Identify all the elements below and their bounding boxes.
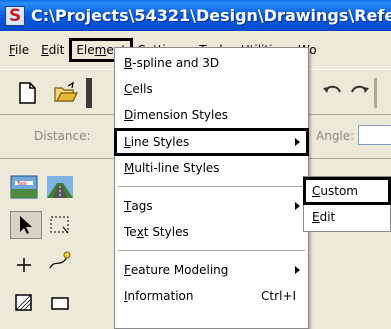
submenu-arrow-icon bbox=[295, 138, 300, 146]
modify-tool[interactable] bbox=[44, 247, 76, 275]
submenu-item-custom[interactable]: Custom bbox=[303, 177, 391, 205]
menu-item-bspline[interactable]: B -spline and 3D bbox=[115, 50, 308, 76]
submenu-arrow-icon bbox=[295, 202, 300, 210]
submenu-item-edit[interactable]: Edit bbox=[304, 204, 390, 230]
redo-icon[interactable] bbox=[346, 80, 372, 106]
microstation-app-icon[interactable] bbox=[5, 5, 25, 26]
toolbar-divider bbox=[374, 78, 377, 108]
toolbar-grip bbox=[86, 78, 92, 108]
new-file-icon[interactable] bbox=[14, 80, 40, 106]
menu-separator bbox=[118, 186, 305, 187]
menu-item-text-styles[interactable]: Te x t Styles bbox=[115, 219, 308, 245]
menu-item-feature-modeling[interactable]: Feature Modeling bbox=[115, 257, 308, 283]
distance-label: Distance: bbox=[34, 129, 91, 143]
fence-icon bbox=[50, 216, 69, 234]
place-smartline-icon: Tool bbox=[10, 175, 38, 199]
menu-item-multiline-styles[interactable]: Multi-line Styles bbox=[115, 155, 308, 181]
point-tool[interactable] bbox=[8, 251, 40, 279]
title-bar: C:\Projects\54321\Design\Drawings\Refe bbox=[0, 0, 391, 31]
svg-text:Tool: Tool bbox=[16, 181, 27, 187]
menu-item-line-styles[interactable]: Line Styles bbox=[114, 128, 309, 156]
menu-item-dimension-styles[interactable]: Dimension Styles bbox=[115, 102, 308, 128]
road-tool[interactable] bbox=[44, 173, 76, 201]
undo-icon[interactable] bbox=[320, 80, 346, 106]
shape-tool[interactable] bbox=[8, 289, 40, 317]
point-icon bbox=[17, 258, 31, 272]
menu-item-information[interactable]: Information Ctrl+I bbox=[115, 283, 308, 309]
menu-separator bbox=[118, 250, 305, 251]
information-shortcut: Ctrl+I bbox=[261, 289, 296, 303]
modify-icon bbox=[49, 251, 71, 269]
tool-palette: Tool bbox=[0, 159, 92, 329]
menu-edit[interactable]: Edit bbox=[36, 40, 69, 60]
menu-item-cells[interactable]: Cells bbox=[115, 76, 308, 102]
window-title: C:\Projects\54321\Design\Drawings\Refe bbox=[31, 6, 391, 25]
submenu-arrow-icon bbox=[295, 266, 300, 274]
line-styles-submenu: Custom Edit bbox=[303, 176, 391, 232]
select-tool[interactable] bbox=[10, 211, 42, 239]
select-arrow-icon bbox=[20, 216, 32, 234]
open-folder-icon[interactable] bbox=[52, 80, 78, 106]
fence-tool[interactable] bbox=[44, 211, 76, 239]
menu-item-tags[interactable]: Tags bbox=[115, 193, 308, 219]
rectangle-tool[interactable] bbox=[44, 289, 76, 317]
menu-file[interactable]: File bbox=[4, 40, 34, 60]
rectangle-icon bbox=[51, 297, 69, 310]
angle-input[interactable] bbox=[358, 125, 391, 145]
shape-icon bbox=[15, 294, 32, 311]
road-icon bbox=[47, 176, 73, 198]
place-smartline-tool[interactable]: Tool bbox=[8, 173, 40, 201]
element-dropdown-menu: B -spline and 3D Cells Dimension Styles L… bbox=[114, 47, 309, 329]
angle-label: Angle: bbox=[316, 129, 355, 143]
